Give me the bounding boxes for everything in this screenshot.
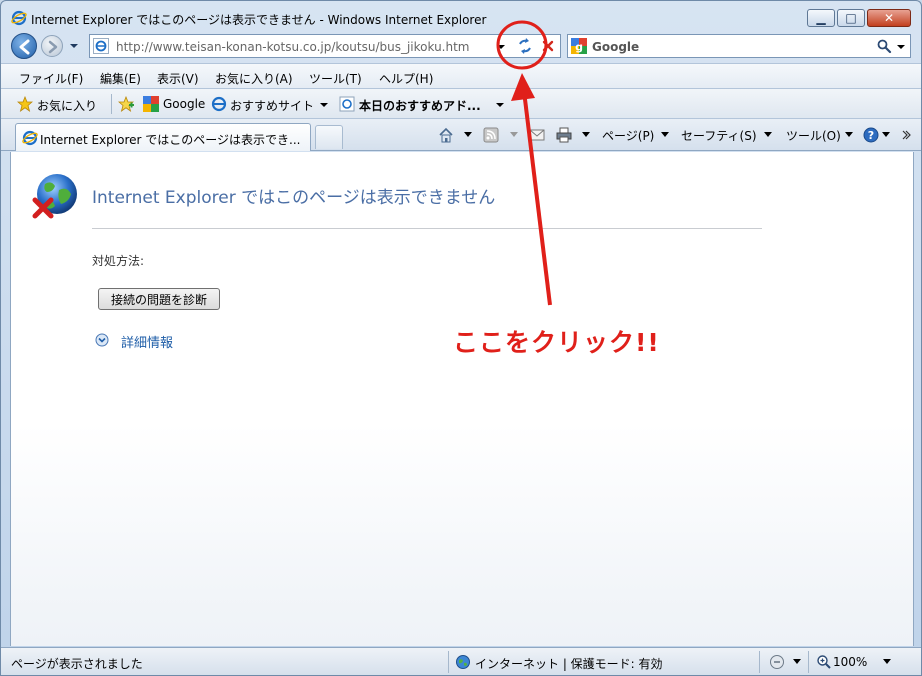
ie-icon — [93, 38, 109, 54]
chevron-down-icon[interactable] — [510, 132, 518, 138]
fix-label: 対処方法: — [92, 254, 145, 268]
maximize-icon: □ — [845, 11, 857, 25]
ie-icon — [22, 130, 38, 146]
separator — [448, 651, 449, 673]
home-icon[interactable] — [438, 127, 454, 143]
page-menu[interactable]: ページ(P) — [602, 127, 654, 144]
forward-button[interactable] — [41, 35, 63, 57]
search-options-dropdown[interactable] — [896, 42, 906, 52]
new-tab-button[interactable] — [315, 125, 343, 149]
back-arrow-icon — [19, 39, 30, 55]
chevron-down-icon[interactable] — [845, 132, 853, 138]
globe-error-icon — [32, 174, 77, 219]
google-icon — [143, 96, 159, 112]
address-bar[interactable]: http://www.teisan-konan-kotsu.co.jp/kout… — [89, 34, 561, 58]
separator — [808, 651, 809, 673]
suggested-sites-link[interactable]: おすすめサイト — [230, 97, 314, 114]
chevron-down-icon[interactable] — [883, 659, 891, 665]
expand-icon[interactable] — [95, 333, 109, 347]
forward-arrow-icon — [48, 40, 58, 54]
chevron-down-icon[interactable] — [464, 132, 472, 138]
annotation-text: ここをクリック!! — [453, 328, 660, 357]
status-bar: ページが表示されました インターネット | 保護モード: 有効 100% — [1, 647, 921, 675]
ie-icon — [11, 10, 27, 26]
error-heading: Internet Explorer ではこのページは表示できません — [92, 188, 496, 208]
menu-edit[interactable]: 編集(E) — [100, 70, 141, 87]
zoom-icon[interactable] — [816, 654, 832, 670]
chevron-down-icon[interactable] — [582, 132, 590, 138]
diagnose-connection-button[interactable]: 接続の問題を診断 — [98, 288, 220, 310]
ie-icon — [211, 96, 227, 112]
separator — [111, 94, 112, 114]
address-dropdown[interactable] — [496, 42, 506, 52]
mail-icon[interactable] — [529, 127, 545, 143]
divider — [92, 228, 762, 229]
close-button[interactable]: ✕ — [867, 9, 911, 27]
favorite-google-link[interactable]: Google — [163, 97, 205, 111]
window-title: Internet Explorer ではこのページは表示できません - Wind… — [31, 13, 487, 27]
favorites-bar: お気に入り Google おすすめサイト 本日のおすすめアド... — [1, 89, 921, 119]
chevron-down-icon[interactable] — [764, 132, 772, 138]
safety-menu[interactable]: セーフティ(S) — [681, 127, 757, 144]
chevron-down-icon[interactable] — [319, 100, 329, 110]
google-icon: g — [571, 38, 587, 54]
recent-pages-dropdown[interactable] — [69, 41, 79, 51]
address-url[interactable]: http://www.teisan-konan-kotsu.co.jp/kout… — [116, 40, 470, 54]
more-information-link[interactable]: 詳細情報 — [121, 332, 173, 351]
rss-feed-icon[interactable] — [483, 127, 499, 143]
menu-tools[interactable]: ツール(T) — [309, 70, 362, 87]
svg-text:g: g — [575, 41, 583, 54]
title-bar: Internet Explorer ではこのページは表示できません - Wind… — [1, 1, 921, 31]
tab-current[interactable]: Internet Explorer ではこのページは表示でき... — [15, 123, 311, 151]
help-icon[interactable]: ? — [863, 127, 879, 143]
search-icon[interactable] — [876, 38, 892, 54]
tab-title: Internet Explorer ではこのページは表示でき... — [40, 133, 301, 147]
separator — [759, 651, 760, 673]
search-provider-label: Google — [592, 40, 640, 54]
page-content: Internet Explorer ではこのページは表示できません 対処方法: … — [10, 152, 914, 646]
svg-text:?: ? — [868, 129, 874, 142]
minimize-button[interactable]: ▁ — [807, 9, 835, 27]
overflow-chevron-icon[interactable] — [901, 127, 911, 143]
web-slice-icon — [339, 96, 355, 112]
chevron-down-icon[interactable] — [882, 132, 890, 138]
navigation-bar: http://www.teisan-konan-kotsu.co.jp/kout… — [1, 31, 921, 61]
zoom-level[interactable]: 100% — [833, 655, 867, 669]
search-box[interactable]: g Google — [567, 34, 911, 58]
globe-zone-icon — [456, 655, 470, 669]
browser-window: Internet Explorer ではこのページは表示できません - Wind… — [0, 0, 922, 676]
minimize-icon: ▁ — [816, 11, 826, 25]
refresh-button[interactable] — [514, 36, 536, 56]
stop-icon[interactable] — [540, 38, 556, 54]
add-favorite-icon[interactable] — [118, 96, 134, 112]
favorites-button[interactable]: お気に入り — [37, 97, 97, 114]
menu-file[interactable]: ファイル(F) — [19, 70, 83, 87]
security-zone-text: インターネット | 保護モード: 有効 — [475, 657, 663, 671]
chevron-down-icon[interactable] — [793, 659, 801, 665]
status-text: ページが表示されました — [11, 657, 143, 671]
recommended-addons-link[interactable]: 本日のおすすめアド... — [359, 97, 481, 114]
menu-help[interactable]: ヘルプ(H) — [379, 70, 433, 87]
popup-blocker-icon[interactable] — [769, 654, 785, 670]
chevron-down-icon[interactable] — [661, 132, 669, 138]
menu-bar: ファイル(F) 編集(E) 表示(V) お気に入り(A) ツール(T) ヘルプ(… — [1, 63, 921, 89]
refresh-icon — [519, 38, 531, 54]
tools-menu[interactable]: ツール(O) — [786, 127, 841, 144]
star-icon — [17, 96, 33, 112]
menu-view[interactable]: 表示(V) — [157, 70, 199, 87]
chevron-down-icon[interactable] — [495, 100, 505, 110]
tab-bar: Internet Explorer ではこのページは表示でき... ページ(P)… — [1, 119, 921, 151]
back-button[interactable] — [11, 33, 37, 59]
close-icon: ✕ — [883, 11, 895, 25]
menu-favorites[interactable]: お気に入り(A) — [215, 70, 293, 87]
print-icon[interactable] — [556, 127, 572, 143]
maximize-button[interactable]: □ — [837, 9, 865, 27]
